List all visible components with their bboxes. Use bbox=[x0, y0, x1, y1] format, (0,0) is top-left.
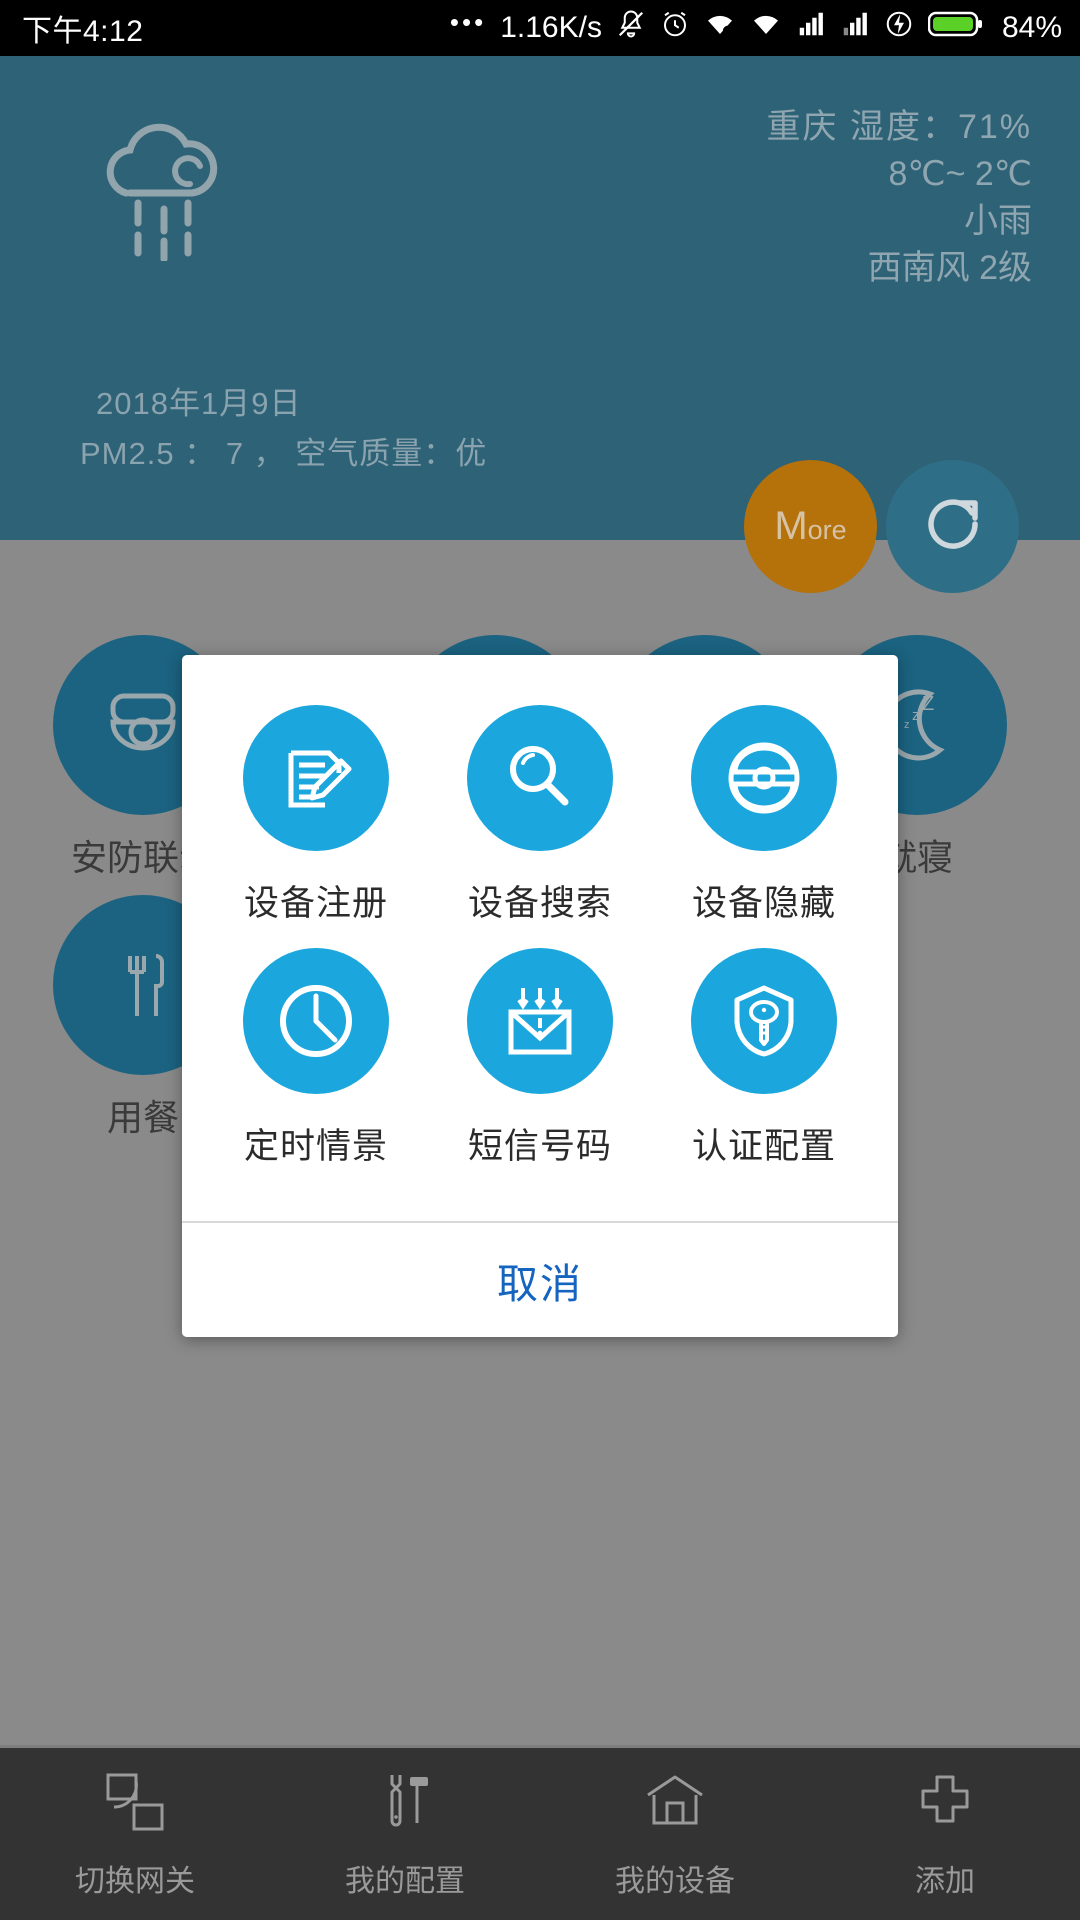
battery-percent-label: 84% bbox=[1001, 11, 1062, 44]
mute-bell-icon bbox=[616, 8, 646, 48]
dialog-option-sms-number[interactable]: 短信号码 bbox=[428, 948, 652, 1187]
hidden-eye-icon bbox=[691, 705, 837, 851]
nav-item-switch-gateway[interactable]: 切换网关 bbox=[0, 1748, 270, 1920]
dialog-option-label: 定时情景 bbox=[243, 1127, 388, 1166]
dialog-option-device-search[interactable]: 设备搜索 bbox=[428, 705, 652, 944]
more-options-dialog: 设备注册 设备搜索 设备隐藏 定时情景 短信号码 认证配置 取消 bbox=[182, 655, 898, 1337]
dialog-option-auth-config[interactable]: 认证配置 bbox=[652, 948, 876, 1187]
cancel-button[interactable]: 取消 bbox=[182, 1223, 898, 1337]
wifi-icon bbox=[704, 8, 736, 48]
magnifier-icon bbox=[467, 705, 613, 851]
status-bar: 下午4:12 ••• 1.16K/s 84% bbox=[0, 0, 1080, 56]
battery-icon bbox=[927, 9, 984, 47]
home-icon bbox=[640, 1769, 710, 1842]
dialog-option-label: 设备隐藏 bbox=[691, 884, 836, 923]
bottom-navigation-bar: 切换网关 我的配置 我的设备 添加 bbox=[0, 1745, 1080, 1920]
shield-key-icon bbox=[691, 948, 837, 1094]
document-pencil-icon bbox=[243, 705, 389, 851]
envelope-download-icon bbox=[467, 948, 613, 1094]
dialog-option-timed-scene[interactable]: 定时情景 bbox=[204, 948, 428, 1187]
status-time: 下午4:12 bbox=[22, 15, 144, 48]
signal-bars-icon bbox=[796, 9, 826, 47]
switch-gateway-icon bbox=[100, 1769, 170, 1842]
clock-icon bbox=[243, 948, 389, 1094]
dialog-option-device-register[interactable]: 设备注册 bbox=[204, 705, 428, 944]
status-icons-group: ••• 1.16K/s 84% bbox=[449, 6, 1062, 48]
dialog-option-label: 设备搜索 bbox=[467, 884, 612, 923]
nav-item-my-config[interactable]: 我的配置 bbox=[270, 1748, 540, 1920]
dialog-option-label: 认证配置 bbox=[691, 1127, 836, 1166]
alarm-clock-icon bbox=[660, 8, 690, 48]
charging-bolt-icon bbox=[884, 8, 914, 48]
nav-item-my-devices[interactable]: 我的设备 bbox=[540, 1748, 810, 1920]
dialog-option-label: 设备注册 bbox=[243, 884, 388, 923]
nav-item-label: 切换网关 bbox=[75, 1864, 195, 1898]
nav-item-label: 添加 bbox=[915, 1864, 975, 1898]
dialog-option-grid: 设备注册 设备搜索 设备隐藏 定时情景 短信号码 认证配置 bbox=[182, 655, 898, 1221]
plus-icon bbox=[910, 1769, 980, 1842]
more-dots-icon: ••• bbox=[449, 6, 487, 37]
dialog-option-device-hide[interactable]: 设备隐藏 bbox=[652, 705, 876, 944]
wrench-hammer-icon bbox=[370, 1769, 440, 1842]
wifi-icon bbox=[750, 8, 782, 48]
nav-item-add[interactable]: 添加 bbox=[810, 1748, 1080, 1920]
nav-item-label: 我的设备 bbox=[615, 1864, 735, 1898]
dialog-option-label: 短信号码 bbox=[467, 1127, 612, 1166]
nav-item-label: 我的配置 bbox=[345, 1864, 465, 1898]
network-speed-label: 1.16K/s bbox=[500, 11, 602, 44]
signal-bars-icon bbox=[840, 9, 870, 47]
